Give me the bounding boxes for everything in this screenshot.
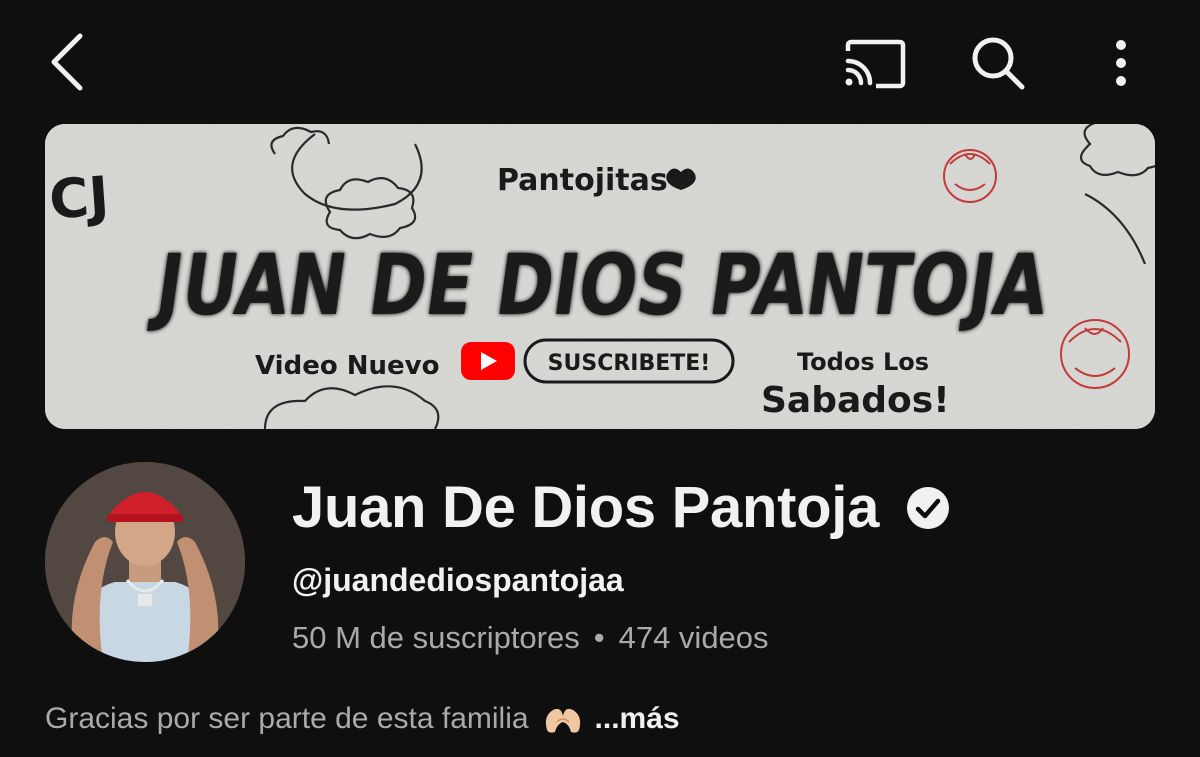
stats-separator: • bbox=[593, 620, 605, 655]
banner-artwork: CJ Pantojitas JUAN DE DIOS PANTOJA JUAN … bbox=[45, 124, 1155, 429]
banner-right-caption-line1: Todos Los bbox=[797, 348, 929, 376]
verified-check-icon bbox=[907, 486, 950, 529]
banner-title-overlay: JUAN DE DIOS PANTOJA bbox=[146, 236, 1054, 334]
description-more-link[interactable]: ...más bbox=[595, 702, 680, 736]
description-text: Gracias por ser parte de esta familia bbox=[45, 702, 529, 735]
youtube-logo-icon bbox=[461, 342, 515, 380]
heart-hands-icon bbox=[545, 708, 580, 733]
banner-tag: Pantojitas bbox=[497, 163, 668, 198]
more-options-button[interactable] bbox=[1098, 30, 1144, 96]
top-app-bar bbox=[0, 0, 1200, 124]
channel-handle: @juandediospantojaa bbox=[292, 562, 624, 598]
chevron-left-icon bbox=[51, 33, 83, 91]
banner-left-caption: Video Nuevo bbox=[255, 351, 439, 381]
channel-description[interactable]: Gracias por ser parte de esta familia ..… bbox=[45, 702, 680, 736]
cast-button[interactable] bbox=[838, 34, 910, 94]
search-button[interactable] bbox=[962, 30, 1034, 96]
more-vertical-icon bbox=[1116, 40, 1126, 86]
cast-icon bbox=[845, 39, 906, 89]
subscribe-badge-label: SUSCRIBETE! bbox=[548, 351, 711, 376]
channel-name: Juan De Dios Pantoja bbox=[292, 475, 880, 540]
channel-stats: 50 M de suscriptores • 474 videos bbox=[292, 620, 769, 656]
subscriber-count: 50 M de suscriptores bbox=[292, 620, 580, 655]
avatar-image bbox=[45, 462, 245, 662]
back-button[interactable] bbox=[36, 30, 100, 94]
banner-logo: CJ bbox=[47, 164, 111, 231]
channel-banner[interactable]: CJ Pantojitas JUAN DE DIOS PANTOJA JUAN … bbox=[45, 124, 1155, 429]
channel-title-row: Juan De Dios Pantoja bbox=[292, 474, 951, 541]
video-count: 474 videos bbox=[618, 620, 769, 655]
banner-right-caption-line2: Sabados! bbox=[761, 380, 950, 421]
search-icon bbox=[972, 37, 1025, 90]
channel-avatar[interactable] bbox=[45, 462, 245, 662]
